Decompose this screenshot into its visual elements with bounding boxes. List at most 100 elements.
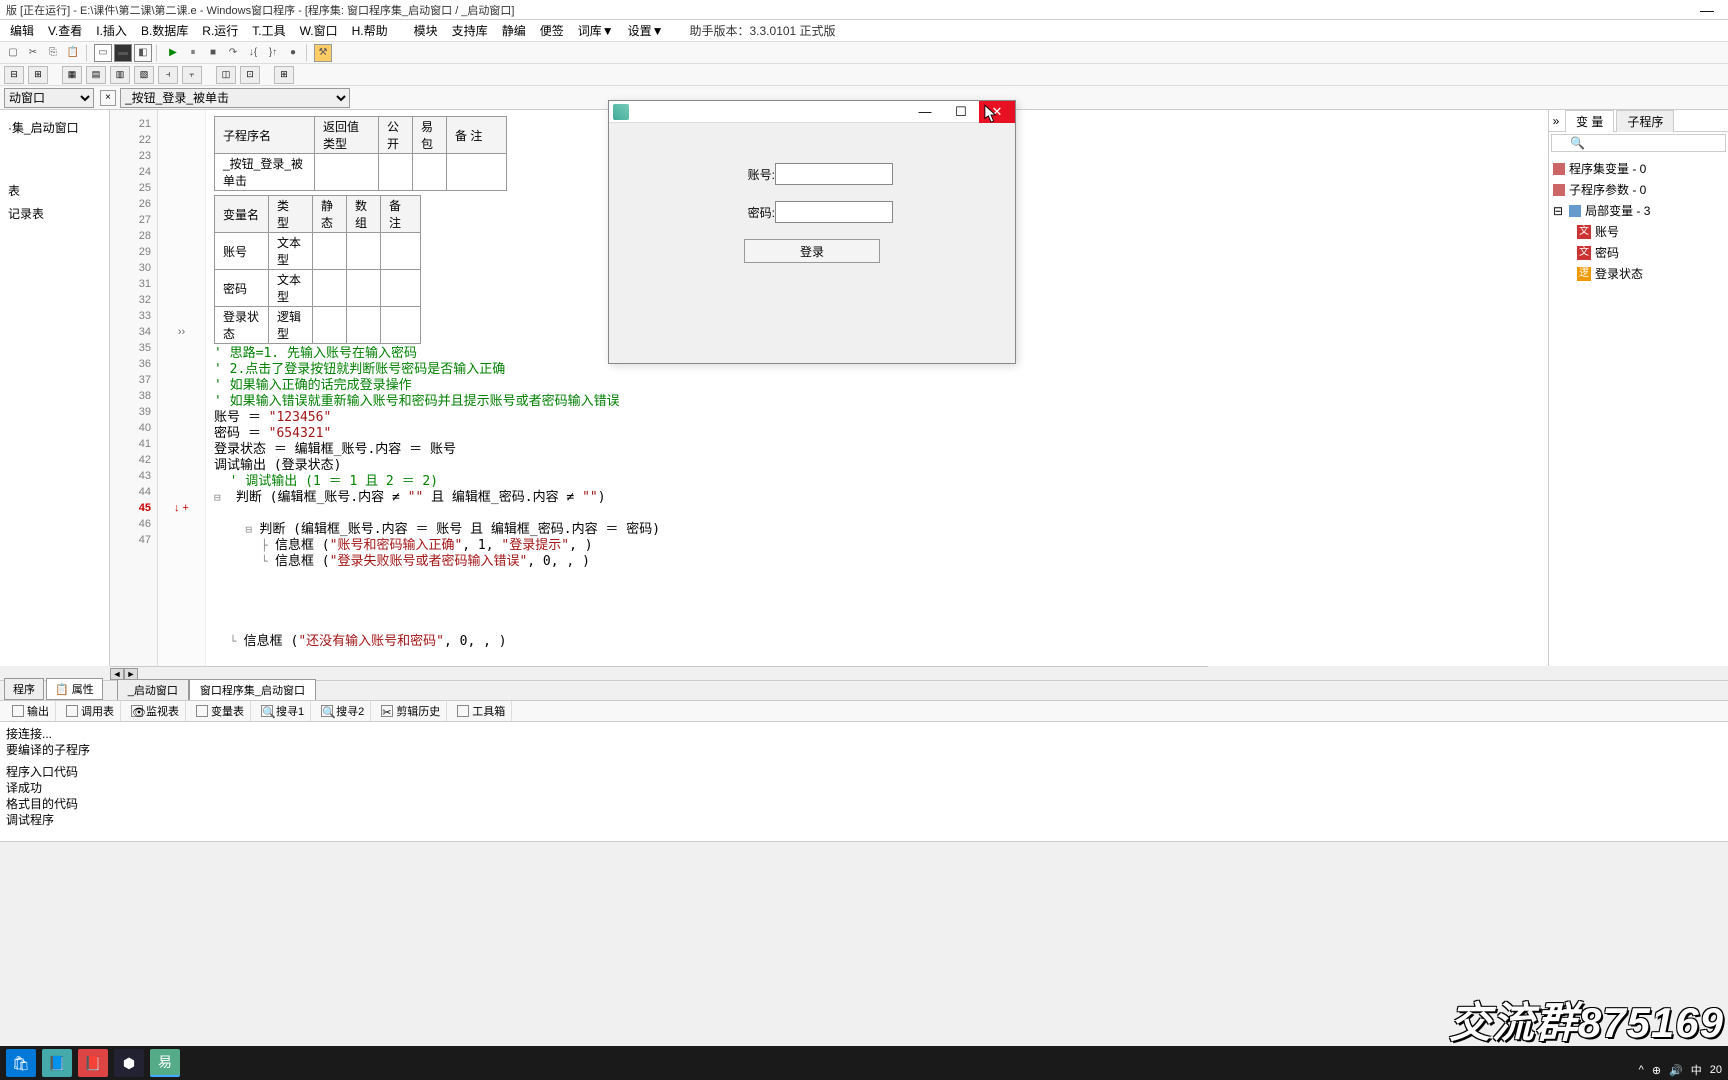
tb-stop-icon[interactable]: ■ [204,44,222,62]
project-tree[interactable]: ·集_启动窗口 表 记录表 [0,110,110,666]
tb-new-icon[interactable]: ▢ [4,44,22,62]
var-tree-item[interactable]: ⊟局部变量 - 3 [1553,200,1724,221]
menu-static[interactable]: 静编 [496,20,532,41]
code-line[interactable]: └信息框 ("登录失败账号或者密码输入错误", 0, , ) [214,554,1544,570]
code-line[interactable]: ' 调试输出 (1 ＝ 1 且 2 ＝ 2) [214,474,1544,490]
var-tree-item[interactable]: 程序集变量 - 0 [1553,158,1724,179]
tb-break-icon[interactable]: ● [284,44,302,62]
tb-tool-icon[interactable]: ⚒ [314,44,332,62]
tb-cut-icon[interactable]: ✂ [24,44,42,62]
tray-ime-icon[interactable]: 中 [1691,1062,1702,1078]
tree-node[interactable]: 记录表 [4,202,105,225]
var-search[interactable] [1549,132,1728,154]
align7-icon[interactable]: ⫞ [158,66,178,84]
code-line[interactable]: 账号 ＝ "123456" [214,410,1544,426]
code-line[interactable] [214,586,1544,602]
menu-window[interactable]: W.窗口 [294,20,344,41]
left-tab-program[interactable]: 程序 [4,678,44,700]
var-tree-item[interactable]: 逻登录状态 [1553,263,1724,284]
bt-find2[interactable]: 🔍搜寻2 [315,701,371,721]
taskbar-app3-icon[interactable]: ⬢ [114,1049,144,1077]
code-line[interactable]: 登录状态 ＝ 编辑框_账号.内容 ＝ 账号 [214,442,1544,458]
tb-stepover-icon[interactable]: ↷ [224,44,242,62]
tb-paste-icon[interactable]: 📋 [64,44,82,62]
tb-stepinto-icon[interactable]: ↓{ [244,44,262,62]
tree-node[interactable]: ·集_启动窗口 [4,116,105,139]
runtime-maximize-button[interactable]: ☐ [943,101,979,123]
login-button[interactable]: 登录 [744,239,880,263]
var-tree-item[interactable]: 子程序参数 - 0 [1553,179,1724,200]
code-tab-window[interactable]: _启动窗口 [117,679,189,700]
menu-module[interactable]: 模块 [408,20,444,41]
code-hscroll[interactable]: ◄ ► [110,666,1208,680]
code-line[interactable]: ' 2.点击了登录按钮就判断账号密码是否输入正确 [214,362,1544,378]
code-tab-programset[interactable]: 窗口程序集_启动窗口 [189,679,316,700]
tray-net-icon[interactable]: ⊕ [1652,1064,1661,1077]
account-input[interactable] [775,163,893,185]
password-input[interactable] [775,201,893,223]
combo-close-icon[interactable]: × [100,90,116,106]
runtime-close-button[interactable]: ✕ [979,101,1015,123]
var-tree-item[interactable]: 文账号 [1553,221,1724,242]
code-line[interactable]: ⊟判断 (编辑框_账号.内容 ＝ 账号 且 编辑框_密码.内容 ＝ 密码) [214,522,1544,538]
taskbar-store-icon[interactable]: 🛍 [6,1049,36,1077]
taskbar[interactable]: 🛍 📘 📕 ⬢ 易 ^ ⊕ 🔊 中 20 [0,1046,1728,1080]
minimize-button[interactable]: — [1692,2,1722,18]
code-line[interactable] [214,602,1544,618]
align5-icon[interactable]: ▥ [110,66,130,84]
bt-find1[interactable]: 🔍搜寻1 [255,701,311,721]
menu-run[interactable]: R.运行 [196,20,244,41]
align1-icon[interactable]: ⊟ [4,66,24,84]
bt-calltable[interactable]: 调用表 [60,701,121,721]
tree-node[interactable]: 表 [4,179,105,202]
taskbar-app1-icon[interactable]: 📘 [42,1049,72,1077]
menu-help[interactable]: H.帮助 [346,20,394,41]
code-line[interactable]: ' 如果输入正确的话完成登录操作 [214,378,1544,394]
code-line[interactable] [214,506,1544,522]
scroll-right-icon[interactable]: ► [124,668,138,680]
scroll-left-icon[interactable]: ◄ [110,668,124,680]
menu-dict[interactable]: 词库▼ [572,20,620,41]
code-line[interactable]: 密码 ＝ "654321" [214,426,1544,442]
tray-time[interactable]: 20 [1710,1064,1722,1076]
output-panel[interactable]: 接连接... 要编译的子程序 程序入口代码 译成功 格式目的代码 调试程序 [0,722,1728,842]
tb-pause-icon[interactable]: ⏸ [184,44,202,62]
code-line[interactable] [214,650,1544,666]
tb-run-icon[interactable]: ▶ [164,44,182,62]
bt-output[interactable]: 输出 [6,701,56,721]
code-line[interactable]: └信息框 ("还没有输入账号和密码", 0, , ) [214,634,1544,650]
bt-toolbox[interactable]: 工具箱 [451,701,512,721]
var-tree-item[interactable]: 文密码 [1553,242,1724,263]
taskbar-app2-icon[interactable]: 📕 [78,1049,108,1077]
bt-vartable[interactable]: 变量表 [190,701,251,721]
align2-icon[interactable]: ⊞ [28,66,48,84]
code-line[interactable]: ' 如果输入错误就重新输入账号和密码并且提示账号或者密码输入错误 [214,394,1544,410]
runtime-app-window[interactable]: — ☐ ✕ 账号: 密码: 登录 [608,100,1016,364]
tab-subs[interactable]: 子程序 [1616,110,1674,132]
menu-notes[interactable]: 便签 [534,20,570,41]
menu-edit[interactable]: 编辑 [4,20,40,41]
taskbar-ide-icon[interactable]: 易 [150,1049,180,1077]
code-line[interactable]: ├信息框 ("账号和密码输入正确", 1, "登录提示", ) [214,538,1544,554]
menu-tools[interactable]: T.工具 [246,20,291,41]
runtime-titlebar[interactable]: — ☐ ✕ [609,101,1015,123]
var-search-input[interactable] [1551,134,1726,152]
menu-settings[interactable]: 设置▼ [622,20,670,41]
code-line[interactable] [214,570,1544,586]
menu-database[interactable]: B.数据库 [135,20,194,41]
align8-icon[interactable]: ⫟ [182,66,202,84]
expand-icon[interactable]: » [1549,114,1563,128]
tb-copy-icon[interactable]: ⎘ [44,44,62,62]
code-line[interactable]: 调试输出 (登录状态) [214,458,1544,474]
tray-vol-icon[interactable]: 🔊 [1669,1064,1683,1077]
tb-layout1-icon[interactable]: ▭ [94,44,112,62]
align10-icon[interactable]: ⊡ [240,66,260,84]
tb-layout3-icon[interactable]: ◧ [134,44,152,62]
method-combo[interactable]: _按钮_登录_被单击 [120,88,350,108]
object-combo[interactable]: 动窗口 [4,88,94,108]
tab-variables[interactable]: 变 量 [1565,110,1614,132]
tray-up-icon[interactable]: ^ [1639,1064,1644,1076]
align11-icon[interactable]: ⊞ [274,66,294,84]
align3-icon[interactable]: ▦ [62,66,82,84]
menu-insert[interactable]: I.插入 [90,20,133,41]
